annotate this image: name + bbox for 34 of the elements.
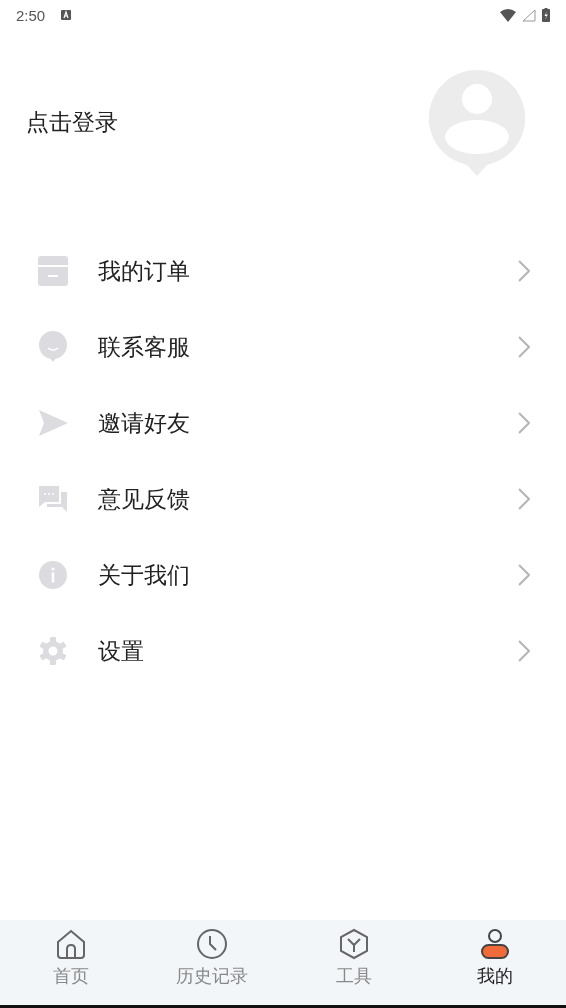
user-icon: [479, 928, 512, 960]
menu-item[interactable]: 我的订单: [0, 233, 566, 309]
chevron-right-icon: [518, 412, 530, 434]
keyboard-icon: [61, 10, 72, 20]
login-link[interactable]: 点击登录: [26, 107, 118, 138]
nav-tab[interactable]: 我的: [424, 920, 566, 1005]
menu-item[interactable]: 联系客服: [0, 309, 566, 385]
menu-label: 关于我们: [98, 560, 191, 590]
wifi-icon: [500, 8, 516, 22]
smiley-bubble-icon: [37, 331, 69, 363]
status-time: 2:50: [16, 6, 46, 24]
send-icon: [37, 407, 69, 439]
menu-label: 邀请好友: [98, 408, 191, 438]
hexagon-icon: [337, 928, 370, 960]
clock-icon: [196, 928, 229, 960]
chevron-right-icon: [518, 488, 530, 510]
chevron-right-icon: [518, 260, 530, 282]
chevron-right-icon: [518, 640, 530, 662]
settings-icon: [37, 635, 69, 667]
signal-icon: [522, 8, 536, 22]
menu-item[interactable]: 设置: [0, 613, 566, 689]
menu-label: 设置: [98, 636, 145, 666]
chevron-right-icon: [518, 336, 530, 358]
menu-label: 联系客服: [98, 332, 191, 362]
battery-icon: [542, 8, 550, 22]
menu-label: 我的订单: [98, 256, 191, 286]
chevron-right-icon: [518, 564, 530, 586]
home-icon: [54, 928, 87, 960]
menu-item[interactable]: 邀请好友: [0, 385, 566, 461]
menu-item[interactable]: 意见反馈: [0, 461, 566, 537]
menu-item[interactable]: 关于我们: [0, 537, 566, 613]
card-icon: [37, 255, 69, 287]
menu-label: 意见反馈: [98, 484, 191, 514]
info-icon: [37, 559, 69, 591]
